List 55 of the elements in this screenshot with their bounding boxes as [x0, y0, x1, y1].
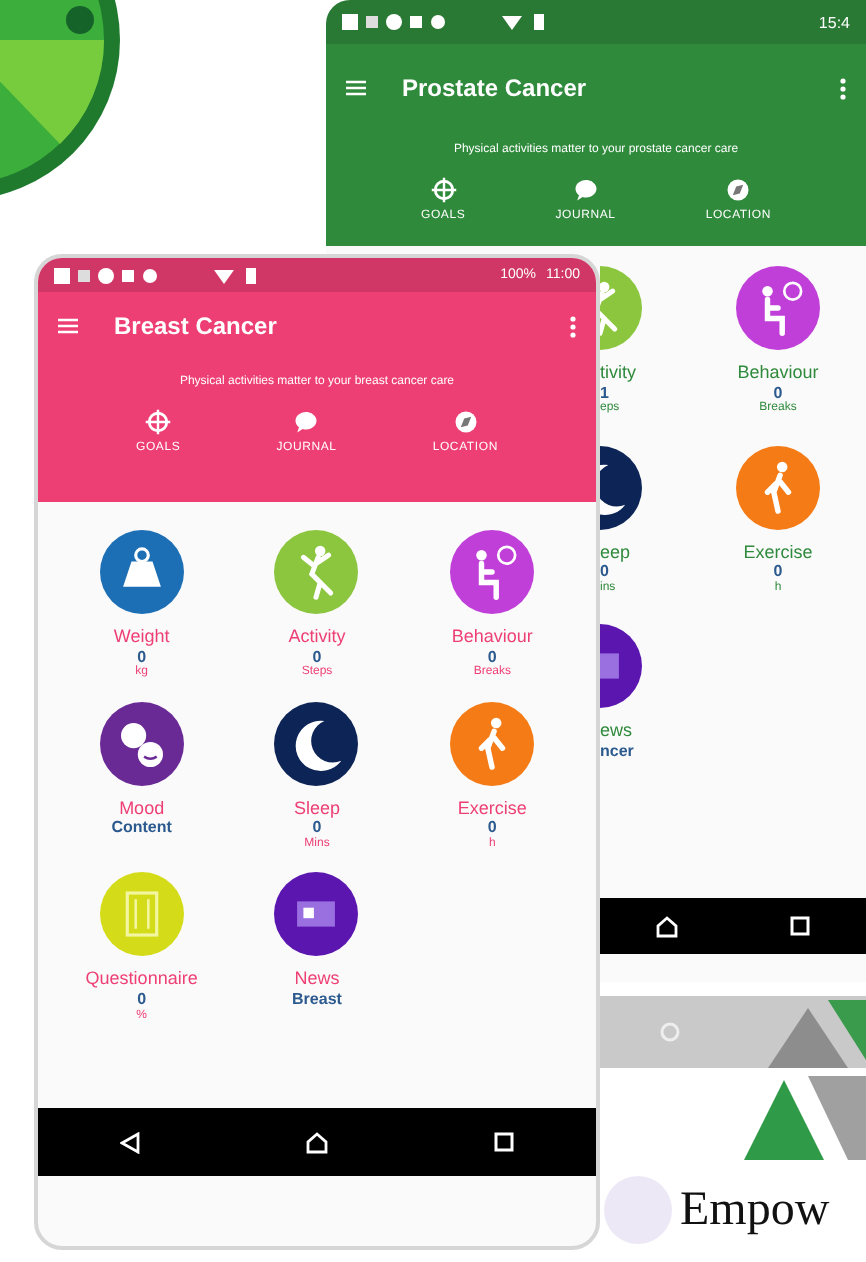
tile-value: 0: [487, 647, 497, 666]
seated-person-icon[interactable]: [450, 530, 535, 614]
compass-icon: [724, 176, 753, 204]
triangle-logo-icon: [744, 1000, 866, 1164]
tile-value: 0: [773, 562, 783, 581]
tile-value: 0: [312, 818, 322, 837]
more-options-icon[interactable]: [840, 77, 846, 99]
tile-value: 0: [137, 647, 147, 666]
tile-label: Weight: [113, 626, 170, 648]
tile-label: Questionnaire: [85, 968, 198, 990]
tile-value: ncer: [600, 741, 634, 762]
brand-name: Empow: [680, 1184, 830, 1238]
tile-value: Content: [111, 818, 172, 838]
speech-bubble-icon: [292, 408, 321, 436]
compass-icon: [451, 408, 480, 436]
tile-label: ews: [600, 720, 633, 742]
menu-icon[interactable]: [346, 80, 366, 96]
tile-label: Behaviour: [737, 362, 819, 384]
tile-label: eep: [600, 541, 631, 563]
back-icon[interactable]: [120, 1131, 141, 1153]
weight-icon[interactable]: [99, 530, 184, 614]
tile-value: 0: [773, 383, 783, 402]
recent-apps-icon[interactable]: [790, 916, 810, 936]
home-icon[interactable]: [305, 1131, 328, 1153]
faces-icon[interactable]: [99, 701, 184, 786]
home-icon: [660, 1022, 680, 1042]
tile-label: Activity: [288, 626, 346, 648]
screen-icon[interactable]: [274, 872, 359, 957]
seated-person-icon[interactable]: [736, 266, 820, 350]
home-icon[interactable]: [656, 915, 678, 937]
more-options-icon[interactable]: [570, 315, 576, 337]
screen-title: Prostate Cancer: [402, 74, 589, 102]
tile-label: Sleep: [293, 797, 340, 819]
speech-bubble-icon: [571, 176, 600, 204]
status-time: 15:4: [818, 13, 850, 31]
stretching-person-icon[interactable]: [450, 701, 535, 786]
tile-value: 0: [487, 818, 497, 837]
tile-label: Behaviour: [451, 626, 533, 648]
tile-label: Exercise: [743, 541, 813, 563]
tile-value: 0: [312, 647, 322, 666]
tile-label: News: [294, 968, 340, 990]
recent-apps-icon[interactable]: [493, 1132, 514, 1152]
crosshair-icon: [429, 176, 458, 204]
tile-value: 0: [600, 562, 609, 581]
stretching-person-icon[interactable]: [736, 445, 820, 530]
tile-value: 0: [137, 989, 147, 1009]
crosshair-icon: [144, 408, 173, 436]
tile-label: Exercise: [457, 797, 527, 819]
moon-icon[interactable]: [274, 701, 359, 786]
screen-title: Breast Cancer: [114, 312, 279, 340]
tile-value: Breast: [292, 989, 342, 1010]
tile-label: tivity: [600, 362, 636, 384]
tile-label: Mood: [119, 797, 165, 819]
menu-icon[interactable]: [58, 318, 78, 334]
tile-value: 1: [600, 383, 609, 403]
